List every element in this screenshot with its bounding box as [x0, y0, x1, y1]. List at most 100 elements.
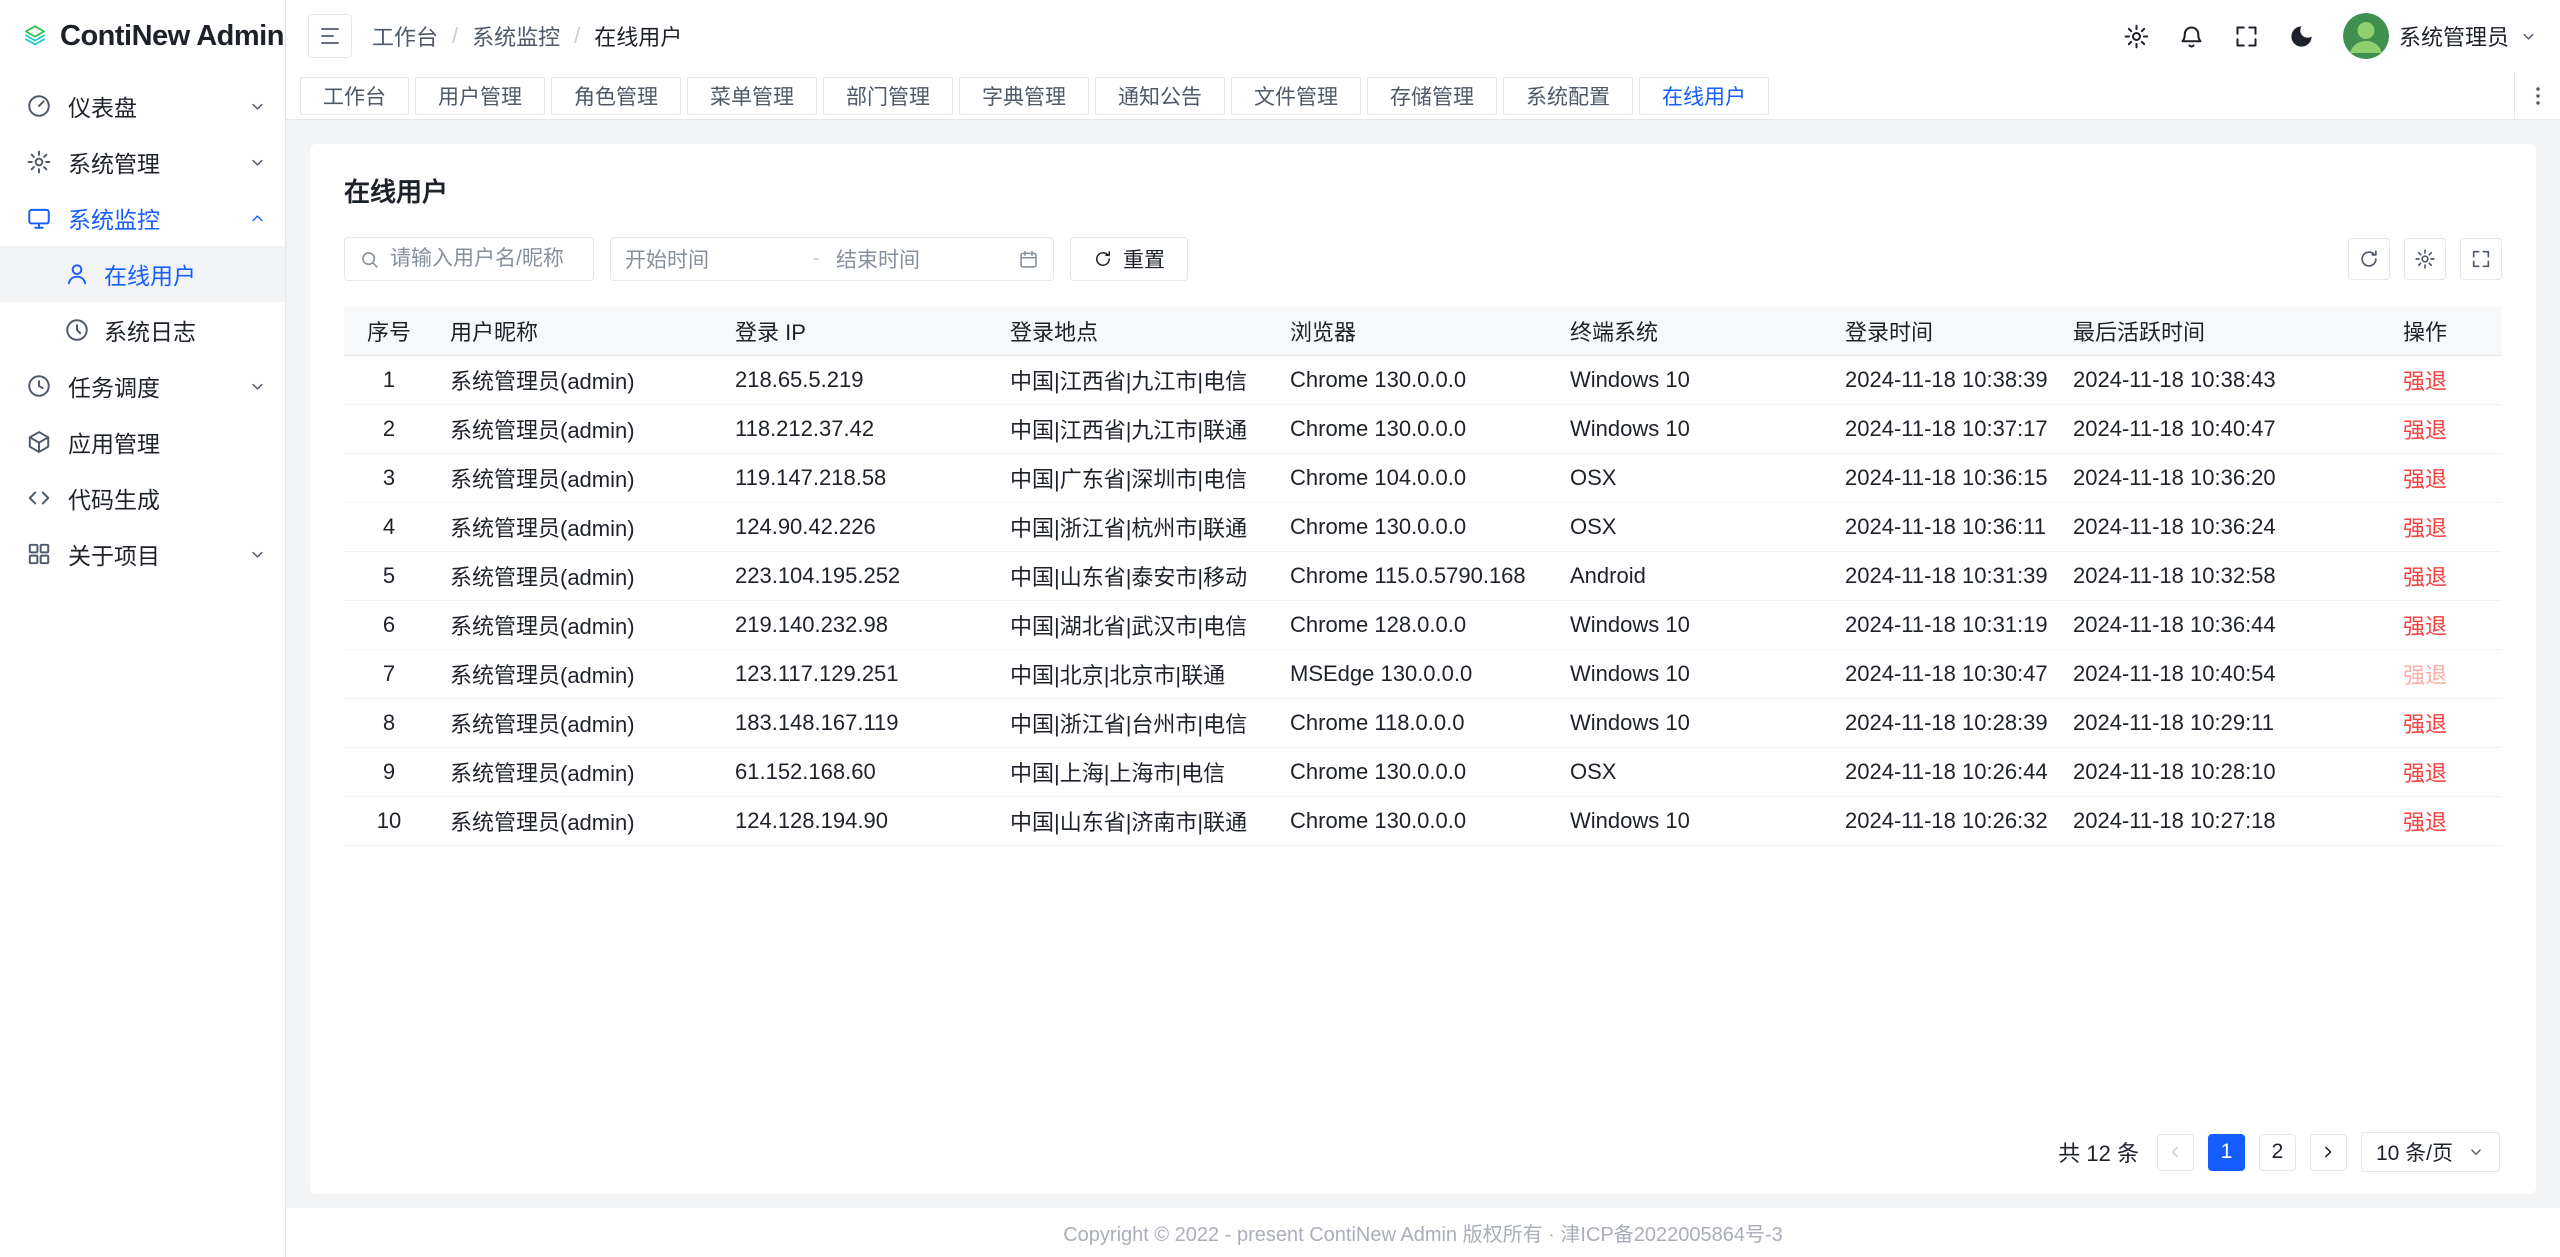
cell-nickname: 系统管理员(admin) [434, 747, 719, 796]
reset-button-label: 重置 [1123, 244, 1165, 274]
force-logout-link[interactable]: 强退 [2403, 516, 2447, 541]
pagination: 共 12 条 12 10 条/页 [344, 1116, 2502, 1182]
breadcrumb-separator: / [452, 23, 458, 49]
cell-location: 中国|江西省|九江市|联通 [994, 404, 1274, 453]
search-input[interactable] [390, 247, 579, 271]
sidebar-item-about-project[interactable]: 关于项目 [0, 526, 285, 582]
cell-location: 中国|江西省|九江市|电信 [994, 355, 1274, 404]
table-row: 3系统管理员(admin)119.147.218.58中国|广东省|深圳市|电信… [344, 453, 2502, 502]
cell-login_time: 2024-11-18 10:30:47 [1829, 649, 2057, 698]
menu-collapse-icon [318, 24, 342, 48]
table-row: 8系统管理员(admin)183.148.167.119中国|浙江省|台州市|电… [344, 698, 2502, 747]
tab-dept-management[interactable]: 部门管理 [823, 77, 953, 115]
tab-online-user[interactable]: 在线用户 [1639, 77, 1769, 115]
cell-last_active_time: 2024-11-18 10:40:54 [2057, 649, 2387, 698]
cell-login_time: 2024-11-18 10:36:15 [1829, 453, 2057, 502]
fullscreen-icon[interactable] [2233, 23, 2260, 50]
force-logout-link[interactable]: 强退 [2403, 369, 2447, 394]
force-logout-link[interactable]: 强退 [2403, 614, 2447, 639]
settings-icon[interactable] [2123, 23, 2150, 50]
column-header: 登录时间 [1829, 307, 2057, 355]
force-logout-link[interactable]: 强退 [2403, 712, 2447, 737]
tab-storage-management[interactable]: 存储管理 [1367, 77, 1497, 115]
force-logout-link[interactable]: 强退 [2403, 663, 2447, 688]
sidebar-item-app-management[interactable]: 应用管理 [0, 414, 285, 470]
cell-nickname: 系统管理员(admin) [434, 551, 719, 600]
tab-role-management[interactable]: 角色管理 [551, 77, 681, 115]
tab-notice[interactable]: 通知公告 [1095, 77, 1225, 115]
page-button-1[interactable]: 1 [2208, 1134, 2245, 1171]
prev-page-button[interactable] [2157, 1134, 2194, 1171]
sidebar-item-system-monitor[interactable]: 系统监控 [0, 190, 285, 246]
table-header-row: 序号用户昵称登录 IP登录地点浏览器终端系统登录时间最后活跃时间操作 [344, 307, 2502, 355]
tab-menu-management[interactable]: 菜单管理 [687, 77, 817, 115]
cell-browser: Chrome 104.0.0.0 [1274, 453, 1554, 502]
force-logout-link[interactable]: 强退 [2403, 565, 2447, 590]
tab-workspace[interactable]: 工作台 [300, 77, 409, 115]
page-size-select[interactable]: 10 条/页 [2361, 1132, 2500, 1172]
tab-dict-management[interactable]: 字典管理 [959, 77, 1089, 115]
cell-browser: Chrome 130.0.0.0 [1274, 796, 1554, 845]
force-logout-link[interactable]: 强退 [2403, 467, 2447, 492]
page-list: 12 [2208, 1134, 2296, 1171]
page-button-2[interactable]: 2 [2259, 1134, 2296, 1171]
breadcrumb-item[interactable]: 系统监控 [472, 20, 560, 52]
force-logout-link[interactable]: 强退 [2403, 418, 2447, 443]
sidebar-item-code-generation[interactable]: 代码生成 [0, 470, 285, 526]
cell-no: 6 [344, 600, 434, 649]
breadcrumb-item[interactable]: 在线用户 [594, 20, 682, 52]
app-logo-icon [22, 23, 48, 49]
cell-browser: Chrome 128.0.0.0 [1274, 600, 1554, 649]
table-refresh-button[interactable] [2348, 238, 2390, 280]
force-logout-link[interactable]: 强退 [2403, 761, 2447, 786]
sidebar-collapse-button[interactable] [308, 14, 352, 58]
dark-mode-moon-icon[interactable] [2288, 23, 2315, 50]
column-header: 操作 [2387, 307, 2502, 355]
fullscreen-icon [2470, 248, 2492, 270]
user-menu[interactable]: 系统管理员 [2343, 13, 2538, 59]
cell-nickname: 系统管理员(admin) [434, 600, 719, 649]
tab-user-management[interactable]: 用户管理 [415, 77, 545, 115]
sidebar-item-label: 系统监控 [68, 201, 160, 235]
table-row: 6系统管理员(admin)219.140.232.98中国|湖北省|武汉市|电信… [344, 600, 2502, 649]
app-logo[interactable]: ContiNew Admin [0, 0, 285, 72]
cell-action: 强退 [2387, 551, 2502, 600]
cell-ip: 223.104.195.252 [719, 551, 994, 600]
sidebar-subitem-online-user[interactable]: 在线用户 [0, 246, 285, 302]
force-logout-link[interactable]: 强退 [2403, 810, 2447, 835]
sidebar: ContiNew Admin 仪表盘系统管理系统监控在线用户系统日志任务调度应用… [0, 0, 286, 1257]
chevron-down-icon [2519, 27, 2538, 46]
tab-list: 工作台用户管理角色管理菜单管理部门管理字典管理通知公告文件管理存储管理系统配置在… [300, 77, 2514, 115]
table-row: 7系统管理员(admin)123.117.129.251中国|北京|北京市|联通… [344, 649, 2502, 698]
cell-ip: 219.140.232.98 [719, 600, 994, 649]
tab-more-button[interactable] [2514, 72, 2560, 119]
cell-last_active_time: 2024-11-18 10:40:47 [2057, 404, 2387, 453]
tab-file-management[interactable]: 文件管理 [1231, 77, 1361, 115]
calendar-icon [1018, 249, 1039, 270]
date-range-picker[interactable]: 开始时间 - 结束时间 [610, 237, 1054, 281]
user-avatar [2343, 13, 2389, 59]
table-settings-button[interactable] [2404, 238, 2446, 280]
refresh-icon [2358, 248, 2380, 270]
column-header: 用户昵称 [434, 307, 719, 355]
app-icon [26, 429, 52, 455]
sidebar-item-task-schedule[interactable]: 任务调度 [0, 358, 285, 414]
breadcrumb-item[interactable]: 工作台 [372, 20, 438, 52]
sidebar-subitem-system-log[interactable]: 系统日志 [0, 302, 285, 358]
sidebar-item-label: 代码生成 [68, 481, 160, 515]
cell-action: 强退 [2387, 404, 2502, 453]
notifications-bell-icon[interactable] [2178, 23, 2205, 50]
tab-system-config[interactable]: 系统配置 [1503, 77, 1633, 115]
app-root: ContiNew Admin 仪表盘系统管理系统监控在线用户系统日志任务调度应用… [0, 0, 2560, 1257]
cell-no: 5 [344, 551, 434, 600]
main-shell: 工作台/系统监控/在线用户 系统管理员 [286, 0, 2560, 1257]
cell-no: 4 [344, 502, 434, 551]
cell-os: Windows 10 [1554, 404, 1829, 453]
reset-button[interactable]: 重置 [1070, 237, 1188, 281]
sidebar-item-system-management[interactable]: 系统管理 [0, 134, 285, 190]
sidebar-item-dashboard[interactable]: 仪表盘 [0, 78, 285, 134]
table-fullscreen-button[interactable] [2460, 238, 2502, 280]
next-page-button[interactable] [2310, 1134, 2347, 1171]
copyright-text: Copyright © 2022 - present ContiNew Admi… [1063, 1218, 1783, 1247]
cell-login_time: 2024-11-18 10:36:11 [1829, 502, 2057, 551]
